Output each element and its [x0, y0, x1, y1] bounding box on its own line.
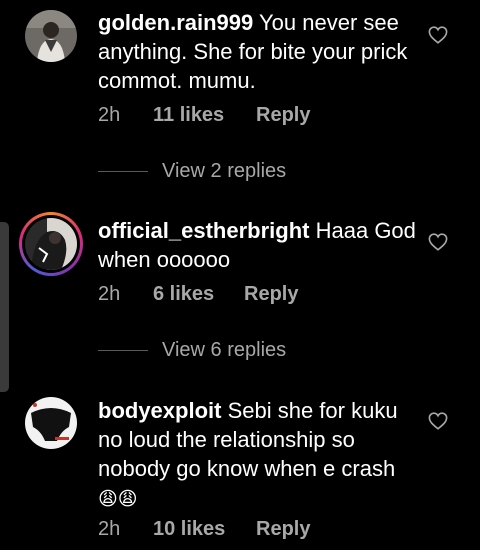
avatar[interactable]: [25, 10, 77, 62]
view-replies-divider: [98, 171, 148, 172]
story-ring[interactable]: [19, 212, 83, 276]
reply-button[interactable]: Reply: [256, 104, 310, 127]
view-replies-label[interactable]: View 6 replies: [162, 339, 286, 362]
comment-username[interactable]: bodyexploit: [98, 398, 221, 423]
comment-text: golden.rain999 You never see anything. S…: [98, 8, 416, 95]
comment-time: 2h: [98, 104, 121, 126]
comment-time: 2h: [98, 518, 121, 540]
comment-text: bodyexploit Sebi she for kuku no loud th…: [98, 396, 416, 514]
view-replies-divider: [98, 350, 148, 351]
comment-time: 2h: [98, 283, 121, 305]
view-replies-label[interactable]: View 2 replies: [162, 160, 286, 183]
heart-icon[interactable]: [428, 412, 448, 430]
comment-username[interactable]: official_estherbright: [98, 218, 309, 243]
heart-icon[interactable]: [428, 233, 448, 251]
reply-button[interactable]: Reply: [256, 518, 310, 541]
weary-face-emoji: 😩😩: [98, 488, 138, 510]
comment-text: official_estherbright Haaa God when oooo…: [98, 216, 416, 274]
comment-likes[interactable]: 11 likes: [153, 104, 224, 127]
avatar[interactable]: [25, 397, 77, 449]
comment-likes[interactable]: 6 likes: [153, 283, 214, 306]
scroll-indicator[interactable]: [0, 222, 9, 392]
comment-likes[interactable]: 10 likes: [153, 518, 225, 541]
heart-icon[interactable]: [428, 26, 448, 44]
avatar[interactable]: [25, 218, 77, 270]
reply-button[interactable]: Reply: [244, 283, 298, 306]
comment-username[interactable]: golden.rain999: [98, 10, 253, 35]
